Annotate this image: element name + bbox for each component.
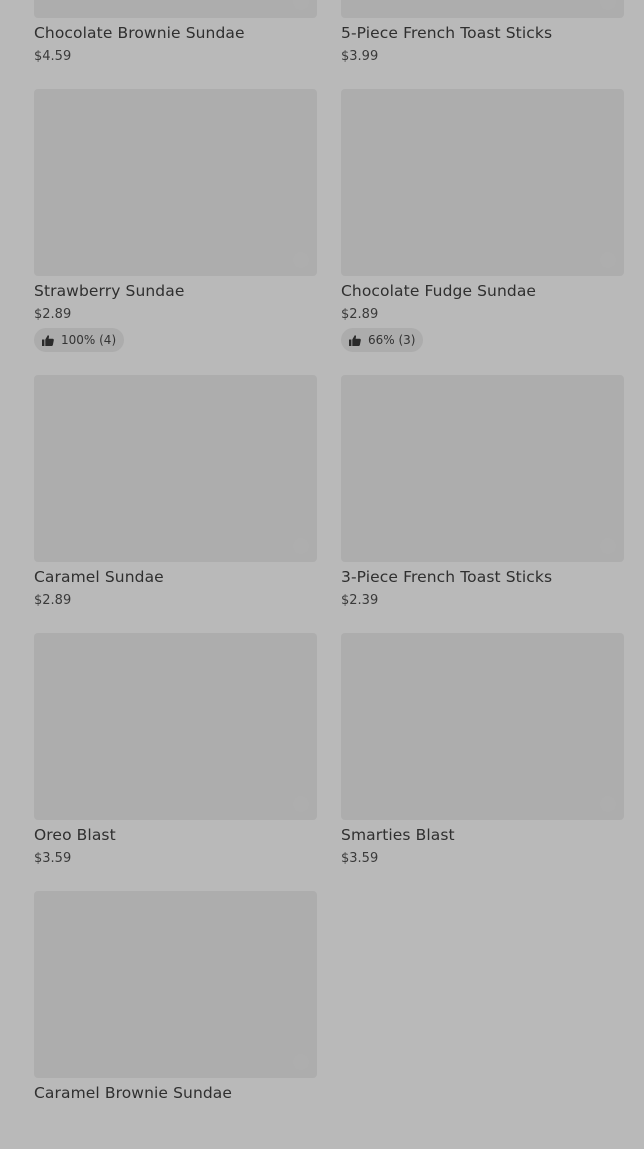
item-name: Strawberry Sundae — [34, 282, 185, 300]
item-price: $3.99 — [341, 49, 379, 64]
image-corner-mark — [293, 252, 309, 268]
thumbs-up-icon — [349, 334, 361, 346]
menu-item-card[interactable]: Caramel Sundae $2.89 — [34, 375, 317, 633]
item-image — [34, 891, 317, 1078]
menu-item-card[interactable]: Smarties Blast $3.59 — [341, 633, 624, 891]
item-price: $2.89 — [34, 593, 72, 608]
image-corner-mark — [293, 0, 309, 10]
image-corner-mark — [293, 1054, 309, 1070]
item-image — [34, 89, 317, 276]
image-corner-mark — [600, 538, 616, 554]
thumbs-up-icon — [42, 334, 54, 346]
image-corner-mark — [293, 538, 309, 554]
rating-badge: 100% (4) — [34, 328, 125, 352]
item-name: Chocolate Fudge Sundae — [341, 282, 537, 300]
menu-item-card[interactable]: Strawberry Sundae $2.89 100% (4) — [34, 89, 317, 375]
image-corner-mark — [600, 0, 616, 10]
rating-badge: 66% (3) — [341, 328, 424, 352]
item-name: Caramel Sundae — [34, 568, 164, 586]
item-name: 5-Piece French Toast Sticks — [341, 24, 553, 42]
image-corner-mark — [600, 796, 616, 812]
item-image — [341, 0, 624, 18]
menu-item-card[interactable]: Chocolate Fudge Sundae $2.89 66% (3) — [341, 89, 624, 375]
menu-item-grid: Chocolate Brownie Sundae $4.59 5-Piece F… — [34, 0, 624, 1149]
item-price: $3.59 — [341, 851, 379, 866]
menu-item-card[interactable]: Caramel Brownie Sundae — [34, 891, 317, 1149]
item-price: $2.39 — [341, 593, 379, 608]
item-price: $3.59 — [34, 851, 72, 866]
rating-text: 66% (3) — [368, 333, 416, 347]
item-image — [341, 633, 624, 820]
item-price: $2.89 — [34, 307, 72, 322]
rating-text: 100% (4) — [61, 333, 117, 347]
item-image — [341, 375, 624, 562]
menu-item-card[interactable]: 5-Piece French Toast Sticks $3.99 — [341, 0, 624, 89]
menu-item-card[interactable]: Chocolate Brownie Sundae $4.59 — [34, 0, 317, 89]
item-price: $4.59 — [34, 49, 72, 64]
menu-item-card[interactable]: 3-Piece French Toast Sticks $2.39 — [341, 375, 624, 633]
item-name: 3-Piece French Toast Sticks — [341, 568, 553, 586]
item-image — [341, 89, 624, 276]
item-name: Caramel Brownie Sundae — [34, 1084, 233, 1102]
menu-item-card[interactable]: Oreo Blast $3.59 — [34, 633, 317, 891]
item-image — [34, 375, 317, 562]
image-corner-mark — [600, 252, 616, 268]
item-image — [34, 0, 317, 18]
item-image — [34, 633, 317, 820]
image-corner-mark — [293, 796, 309, 812]
item-name: Chocolate Brownie Sundae — [34, 24, 245, 42]
item-name: Smarties Blast — [341, 826, 455, 844]
item-name: Oreo Blast — [34, 826, 116, 844]
item-price: $2.89 — [341, 307, 379, 322]
